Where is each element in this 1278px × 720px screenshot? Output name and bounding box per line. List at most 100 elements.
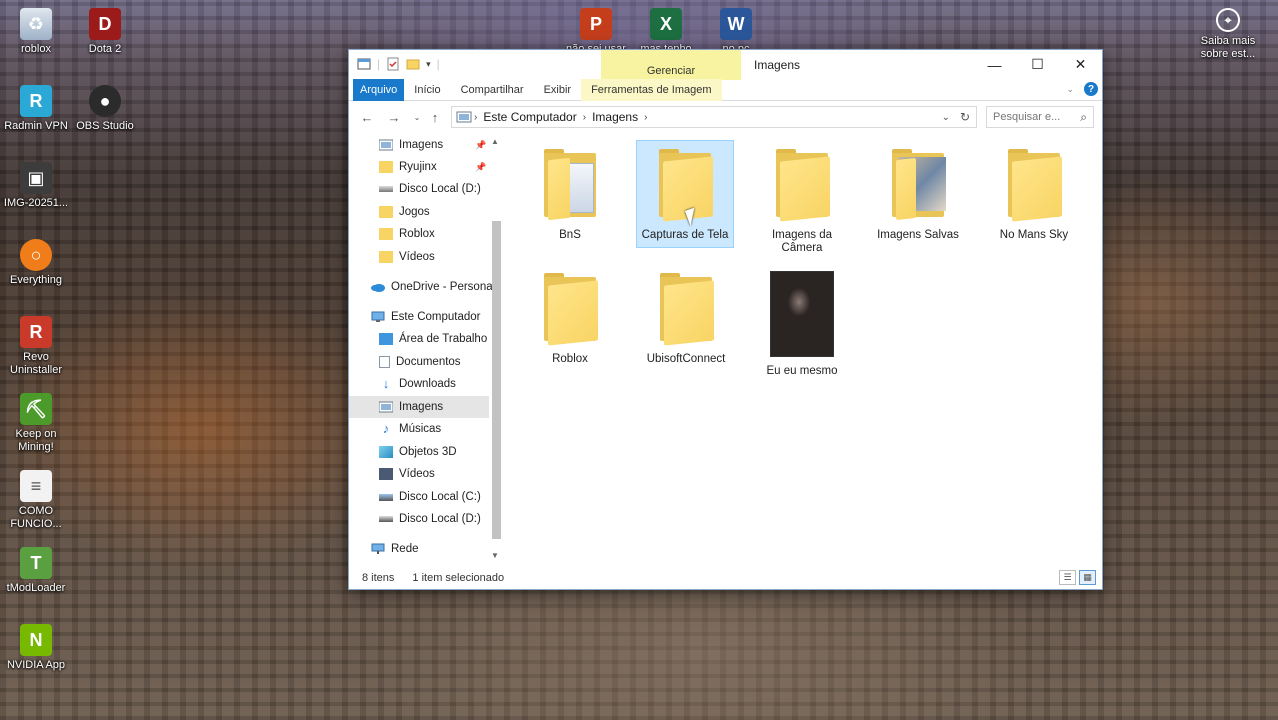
desktop-icon-dota2[interactable]: D Dota 2	[69, 8, 141, 56]
folder-icon	[379, 251, 393, 263]
nav-item-musicas[interactable]: ♪ Músicas	[379, 418, 441, 440]
breadcrumb-este-computador[interactable]: Este Computador	[479, 110, 580, 124]
large-icons-view-icon[interactable]: ▦	[1079, 570, 1096, 585]
nav-item-imagens[interactable]: Imagens	[349, 396, 489, 418]
nav-item-ryujinx[interactable]: Ryujinx 📌	[379, 156, 489, 178]
search-input[interactable]: Pesquisar e... ⌕	[986, 106, 1094, 128]
network-icon	[371, 543, 385, 554]
desktop-icon-como-funcio[interactable]: ≡ COMO FUNCIO...	[0, 470, 72, 531]
nav-item-downloads[interactable]: ↓ Downloads	[379, 373, 456, 395]
selection-count: 1 item selecionado	[412, 572, 505, 584]
file-item-imagens-salvas[interactable]: Imagens Salvas	[869, 141, 967, 249]
properties-icon[interactable]	[386, 57, 400, 71]
nav-scrollbar[interactable]: ▲ ▼	[489, 133, 503, 565]
nav-item-disco-c[interactable]: Disco Local (C:)	[379, 486, 481, 508]
file-item-eu-eu-mesmo[interactable]: Eu eu mesmo	[753, 265, 851, 377]
excel-icon: X	[650, 8, 682, 40]
nav-item-roblox[interactable]: Roblox	[379, 223, 435, 245]
tab-arquivo[interactable]: Arquivo	[353, 78, 405, 101]
nav-item-este-computador[interactable]: Este Computador	[371, 306, 481, 328]
address-field[interactable]: › Este Computador › Imagens › ⌄ ↻	[451, 106, 977, 128]
file-item-imagens-da-camera[interactable]: Imagens da Câmera	[753, 141, 851, 254]
forward-arrow-icon[interactable]: →	[386, 109, 402, 125]
file-item-no-mans-sky[interactable]: No Mans Sky	[985, 141, 1083, 249]
scroll-up-icon[interactable]: ▲	[491, 137, 499, 146]
maximize-button[interactable]: ☐	[1016, 50, 1059, 79]
manage-context-header: Gerenciar	[601, 50, 741, 80]
desktop-icon-roblox[interactable]: ♻ roblox	[0, 8, 72, 56]
close-button[interactable]: ✕	[1059, 50, 1102, 79]
tmodloader-icon: T	[20, 547, 52, 579]
desktop-icon-obs-studio[interactable]: ● OBS Studio	[69, 85, 141, 133]
desktop-icon-tmodloader[interactable]: T tModLoader	[0, 547, 72, 595]
desktop-icon-everything[interactable]: ○ Everything	[0, 239, 72, 287]
nav-item-videos[interactable]: Vídeos	[379, 463, 435, 485]
nav-item-disco-d[interactable]: Disco Local (D:)	[379, 508, 481, 530]
dota-icon: D	[89, 8, 121, 40]
tab-exibir[interactable]: Exibir	[534, 79, 582, 101]
tab-inicio[interactable]: Início	[404, 79, 450, 101]
desktop-icon-radmin-vpn[interactable]: R Radmin VPN	[0, 85, 72, 133]
revo-icon: R	[20, 316, 52, 348]
expand-ribbon-icon[interactable]: ⌄	[1066, 84, 1074, 95]
nvidia-icon: N	[20, 624, 52, 656]
recent-locations-icon[interactable]: ⌄	[409, 109, 425, 125]
view-toggle: ☰ ▦	[1059, 570, 1096, 585]
help-icon[interactable]: ?	[1084, 82, 1098, 96]
nav-item-documentos[interactable]: Documentos	[379, 351, 461, 373]
scrollbar-thumb[interactable]	[492, 221, 501, 539]
tab-compartilhar[interactable]: Compartilhar	[451, 79, 534, 101]
documents-icon	[379, 356, 390, 368]
status-bar: 8 itens 1 item selecionado	[349, 568, 1102, 588]
onedrive-cloud-icon	[371, 284, 385, 292]
nav-item-rede[interactable]: Rede	[371, 538, 419, 560]
item-count: 8 itens	[362, 572, 395, 584]
address-dropdown-icon[interactable]: ⌄	[942, 112, 950, 123]
nav-item-area-de-trabalho[interactable]: Área de Trabalho	[379, 328, 487, 350]
music-icon: ♪	[382, 421, 390, 436]
nav-item-objetos-3d[interactable]: Objetos 3D	[379, 441, 457, 463]
up-arrow-icon[interactable]: ↑	[427, 109, 443, 125]
desktop-icon-img-file[interactable]: ▣ IMG-20251...	[0, 162, 72, 210]
drive-icon	[379, 516, 393, 522]
pictures-icon	[456, 111, 472, 123]
word-icon: W	[720, 8, 752, 40]
search-icon: ⌕	[1080, 110, 1087, 124]
desktop-icon-keep-on-mining[interactable]: ⛏ Keep on Mining!	[0, 393, 72, 454]
new-folder-icon[interactable]	[406, 57, 420, 71]
file-list: BnS Capturas de Tela Imagens da Câmera I…	[509, 133, 1103, 565]
quick-access-toolbar: | ▾ |	[357, 57, 440, 71]
folder-icon	[379, 161, 393, 173]
recycle-bin-icon: ♻	[20, 8, 52, 40]
nav-item-jogos[interactable]: Jogos	[379, 201, 430, 223]
file-item-ubisoftconnect[interactable]: UbisoftConnect	[637, 265, 735, 373]
desktop-icon-learn-more[interactable]: ⌖ Saiba mais sobre est...	[1192, 8, 1264, 61]
scroll-down-icon[interactable]: ▼	[491, 551, 499, 560]
folder-icon	[656, 273, 716, 346]
customize-qat-icon[interactable]: ▾	[426, 59, 431, 70]
file-item-capturas-de-tela[interactable]: Capturas de Tela	[636, 140, 734, 248]
desktop-icon-nvidia[interactable]: N NVIDIA App	[0, 624, 72, 672]
nav-item-videos-quick[interactable]: Vídeos	[379, 246, 435, 268]
breadcrumb-imagens[interactable]: Imagens	[588, 110, 642, 124]
learn-more-icon: ⌖	[1216, 8, 1240, 32]
3d-objects-icon	[379, 446, 393, 458]
file-explorer-window: | ▾ | Gerenciar Imagens — ☐ ✕ Arquivo In…	[348, 49, 1103, 590]
desktop-icon-revo[interactable]: R Revo Uninstaller	[0, 316, 72, 377]
downloads-icon: ↓	[382, 376, 390, 391]
keep-on-mining-icon: ⛏	[20, 393, 52, 425]
nav-item-imagens-quick[interactable]: Imagens 📌	[379, 134, 489, 156]
tab-ferramentas-de-imagem[interactable]: Ferramentas de Imagem	[581, 78, 722, 101]
file-item-bns[interactable]: BnS	[521, 141, 619, 249]
refresh-icon[interactable]: ↻	[960, 110, 970, 124]
back-arrow-icon[interactable]: ←	[359, 109, 375, 125]
explorer-app-icon	[357, 58, 371, 70]
minimize-button[interactable]: —	[973, 50, 1016, 79]
pin-icon: 📌	[475, 161, 487, 172]
file-item-roblox[interactable]: Roblox	[521, 265, 619, 373]
nav-item-onedrive[interactable]: OneDrive - Persona	[371, 276, 493, 298]
window-controls: — ☐ ✕	[973, 50, 1102, 79]
nav-item-disco-d-quick[interactable]: Disco Local (D:)	[379, 178, 481, 200]
details-view-icon[interactable]: ☰	[1059, 570, 1076, 585]
title-bar: | ▾ | Gerenciar Imagens — ☐ ✕	[349, 50, 1102, 80]
